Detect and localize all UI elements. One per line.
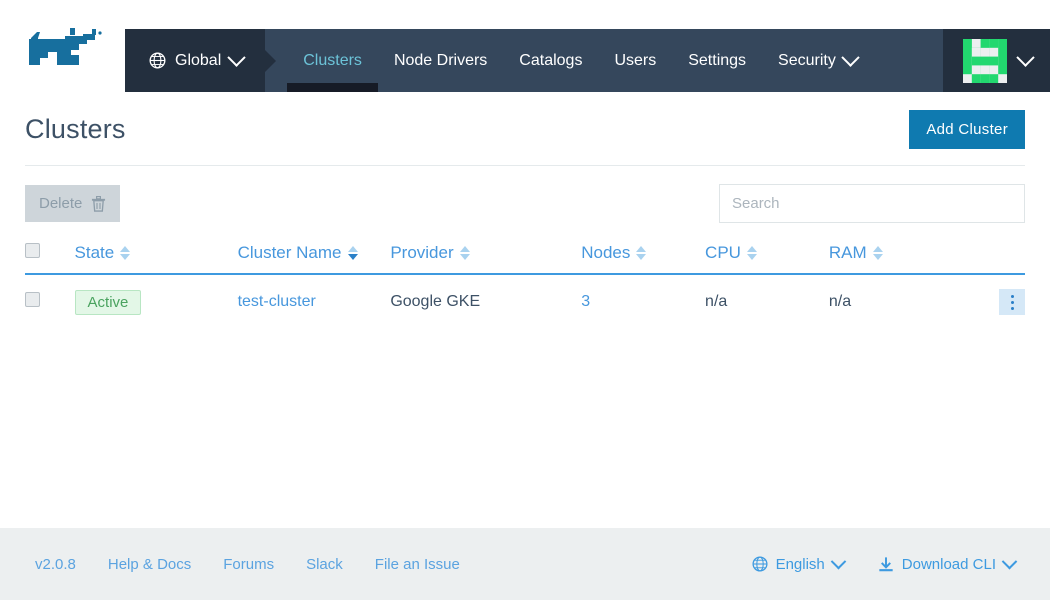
column-label: Nodes [581, 243, 631, 262]
search-input[interactable] [719, 184, 1025, 223]
table-body: Active test-cluster Google GKE 3 n/a n/a [25, 274, 1025, 329]
chevron-down-icon [227, 48, 246, 67]
sort-icon[interactable] [459, 246, 470, 260]
cell-provider: Google GKE [390, 293, 481, 310]
row-actions-menu-button[interactable] [999, 289, 1025, 315]
globe-icon [149, 52, 166, 69]
table-header: State Cluster Name Provider Nodes CPU RA… [25, 237, 1025, 275]
nav-item-users[interactable]: Users [598, 29, 672, 92]
footer-link-slack[interactable]: Slack [306, 556, 343, 573]
download-cli-menu[interactable]: Download CLI [878, 553, 1018, 573]
chevron-down-icon [1001, 553, 1018, 569]
footer-controls: English Download CLI [752, 553, 1018, 573]
user-avatar-identicon [963, 38, 1007, 83]
cell-cluster-name: test-cluster [238, 274, 391, 329]
cell-cpu: n/a [705, 293, 728, 310]
column-header-actions [963, 237, 1025, 275]
page-header: Clusters Add Cluster [25, 93, 1025, 165]
app-footer: v2.0.8 Help & Docs Forums Slack File an … [0, 528, 1050, 600]
nav-item-node-drivers[interactable]: Node Drivers [378, 29, 503, 92]
status-badge: Active [74, 289, 142, 315]
cell-nodes: 3 [581, 274, 705, 329]
nav-item-label: Node Drivers [393, 51, 488, 69]
cell-state: Active [74, 274, 238, 329]
column-label: RAM [828, 243, 867, 262]
footer-link-file-an-issue[interactable]: File an Issue [375, 556, 460, 573]
sort-icon-active[interactable] [347, 246, 358, 260]
column-label: Cluster Name [237, 243, 342, 262]
sort-icon[interactable] [746, 246, 757, 260]
nav-item-clusters[interactable]: Clusters [287, 29, 378, 92]
table-header-row: State Cluster Name Provider Nodes CPU RA… [25, 237, 1025, 275]
nav-item-catalogs[interactable]: Catalogs [503, 29, 598, 92]
trash-icon [92, 195, 106, 212]
column-label: Provider [390, 243, 454, 262]
row-select-cell [25, 274, 75, 329]
nav-item-security[interactable]: Security [762, 29, 873, 92]
column-header-nodes[interactable]: Nodes [581, 237, 706, 275]
column-header-ram[interactable]: RAM [828, 237, 964, 275]
app-header: Global Clusters Node Drivers Catalogs Us… [0, 0, 1050, 93]
nav-item-label: Catalogs [519, 51, 583, 69]
rancher-cow-logo [28, 27, 102, 65]
nodes-count-link[interactable]: 3 [581, 293, 590, 310]
language-label: English [775, 555, 825, 573]
footer-links: v2.0.8 Help & Docs Forums Slack File an … [35, 556, 460, 573]
delete-button-label: Delete [39, 195, 83, 212]
column-header-cpu[interactable]: CPU [705, 237, 829, 275]
table-toolbar: Delete [25, 166, 1025, 223]
clusters-table: State Cluster Name Provider Nodes CPU RA… [25, 237, 1025, 329]
language-selector[interactable]: English [752, 553, 847, 573]
table-row[interactable]: Active test-cluster Google GKE 3 n/a n/a [25, 274, 1025, 329]
nav-item-list: Clusters Node Drivers Catalogs Users Set… [265, 29, 943, 92]
user-menu[interactable] [943, 29, 1050, 92]
chevron-down-icon [830, 553, 847, 569]
sort-icon[interactable] [872, 246, 883, 260]
row-checkbox[interactable] [25, 292, 40, 307]
global-context-selector[interactable]: Global [125, 29, 266, 92]
globe-icon [752, 556, 768, 572]
nav-item-label: Clusters [303, 51, 362, 69]
global-context-label: Global [175, 51, 222, 69]
page-title: Clusters [25, 113, 126, 144]
footer-version: v2.0.8 [35, 555, 76, 573]
column-header-state[interactable]: State [74, 237, 238, 275]
download-cli-label: Download CLI [901, 555, 996, 573]
cell-ram: n/a [828, 293, 852, 310]
main-navbar: Global Clusters Node Drivers Catalogs Us… [125, 29, 1050, 92]
sort-icon[interactable] [636, 246, 647, 260]
nav-item-label: Security [778, 51, 836, 69]
nav-item-label: Users [614, 51, 657, 69]
nav-item-label: Settings [688, 51, 747, 69]
select-all-header [25, 237, 75, 275]
logo-container[interactable] [0, 0, 125, 93]
footer-link-help-docs[interactable]: Help & Docs [108, 556, 191, 573]
delete-button[interactable]: Delete [25, 185, 121, 222]
column-label: CPU [705, 243, 741, 262]
column-header-cluster-name[interactable]: Cluster Name [237, 237, 391, 275]
add-cluster-button[interactable]: Add Cluster [909, 109, 1025, 149]
chevron-down-icon [1016, 48, 1035, 67]
page-content: Clusters Add Cluster Delete Search State… [0, 93, 1050, 329]
download-icon [879, 556, 893, 571]
select-all-checkbox[interactable] [25, 243, 40, 258]
cluster-name-link[interactable]: test-cluster [238, 293, 316, 310]
column-header-provider[interactable]: Provider [390, 237, 582, 275]
chevron-down-icon [841, 48, 860, 67]
column-label: State [74, 243, 115, 262]
sort-icon[interactable] [120, 246, 131, 260]
footer-link-forums[interactable]: Forums [223, 556, 274, 573]
cell-actions [963, 274, 1025, 329]
nav-item-settings[interactable]: Settings [672, 29, 762, 92]
